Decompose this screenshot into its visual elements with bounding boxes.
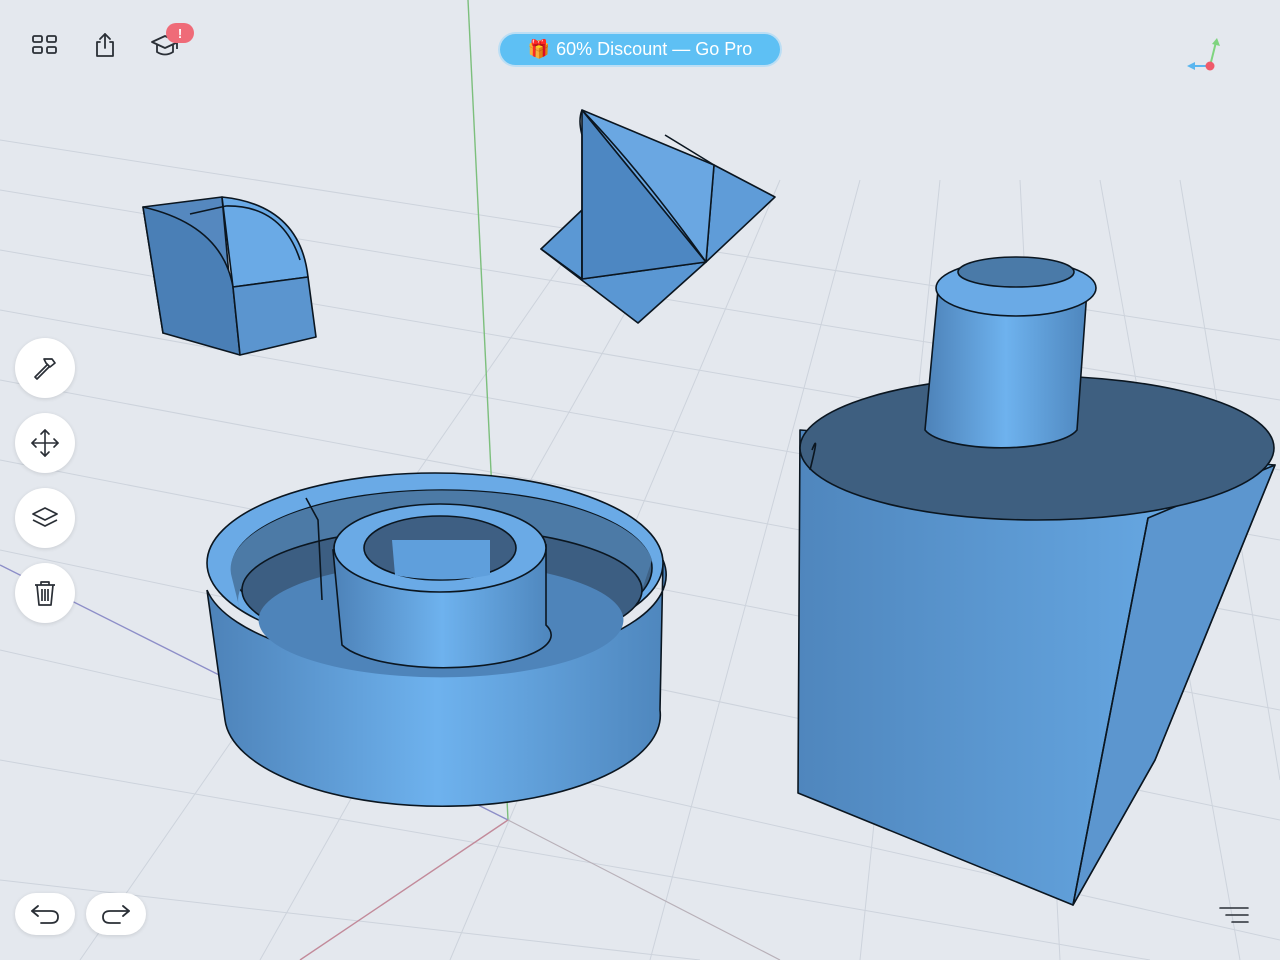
layers-tool-button[interactable] [15, 488, 75, 548]
gift-icon: 🎁 [527, 39, 551, 59]
layers-icon [32, 507, 58, 527]
model-pyramid[interactable] [540, 109, 776, 324]
model-ring-hub[interactable] [206, 472, 667, 808]
viewport-canvas[interactable] [0, 0, 1280, 960]
redo-icon [102, 905, 130, 924]
hammer-icon [34, 358, 56, 380]
trash-icon [35, 581, 55, 606]
x-axis-line [299, 819, 509, 960]
move-icon [31, 429, 59, 457]
model-rounded-block[interactable] [142, 196, 317, 356]
go-pro-banner[interactable]: 🎁 60% Discount — Go Pro [500, 34, 780, 65]
share-icon [96, 33, 114, 57]
notification-badge: ! [166, 23, 194, 43]
undo-button[interactable] [15, 893, 75, 935]
grid-icon [32, 35, 57, 54]
model-block-with-peg[interactable] [797, 256, 1276, 906]
menu-lines-icon [1219, 907, 1249, 923]
delete-button[interactable] [15, 563, 75, 623]
go-pro-label: 60% Discount — Go Pro [556, 39, 753, 59]
undo-icon [31, 905, 59, 924]
move-tool-button[interactable] [15, 413, 75, 473]
x-axis-line-2 [507, 819, 781, 960]
menu-button[interactable] [1212, 893, 1256, 937]
grid-menu-button[interactable] [23, 23, 67, 67]
share-button[interactable] [83, 23, 127, 67]
axis-gizmo-icon[interactable] [1183, 36, 1227, 76]
build-tool-button[interactable] [15, 338, 75, 398]
redo-button[interactable] [86, 893, 146, 935]
